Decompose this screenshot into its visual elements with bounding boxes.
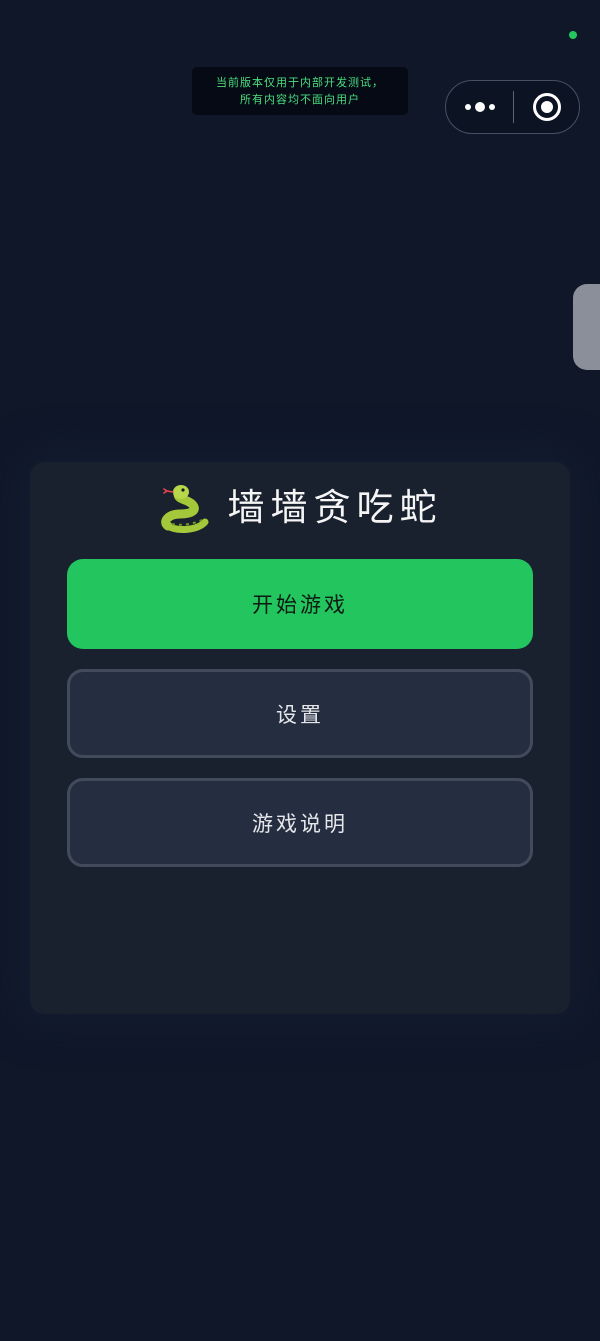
game-title-text: 墙墙贪吃蛇 bbox=[227, 486, 443, 529]
dev-notice-banner: 当前版本仅用于内部开发测试， 所有内容均不面向用户 bbox=[192, 67, 408, 115]
more-dots-icon[interactable] bbox=[446, 81, 513, 133]
target-close-icon[interactable] bbox=[533, 93, 561, 121]
settings-button[interactable]: 设置 bbox=[67, 669, 533, 758]
dev-notice-line-2: 所有内容均不面向用户 bbox=[240, 93, 360, 106]
game-instructions-button[interactable]: 游戏说明 bbox=[67, 778, 533, 867]
start-game-button[interactable]: 开始游戏 bbox=[67, 559, 533, 649]
game-instructions-label: 游戏说明 bbox=[252, 811, 348, 836]
snake-icon bbox=[160, 485, 208, 533]
game-title: 墙墙贪吃蛇 bbox=[0, 476, 600, 540]
miniprogram-capsule bbox=[445, 80, 580, 134]
start-game-label: 开始游戏 bbox=[252, 593, 348, 617]
settings-label: 设置 bbox=[276, 702, 324, 727]
dot bbox=[474, 102, 485, 112]
dot bbox=[464, 104, 471, 110]
status-indicator-dot bbox=[569, 31, 577, 39]
dev-notice-line-1: 当前版本仅用于内部开发测试， bbox=[216, 76, 384, 89]
side-drawer-handle[interactable] bbox=[573, 284, 600, 370]
capsule-divider bbox=[513, 91, 514, 123]
dot bbox=[488, 104, 495, 110]
